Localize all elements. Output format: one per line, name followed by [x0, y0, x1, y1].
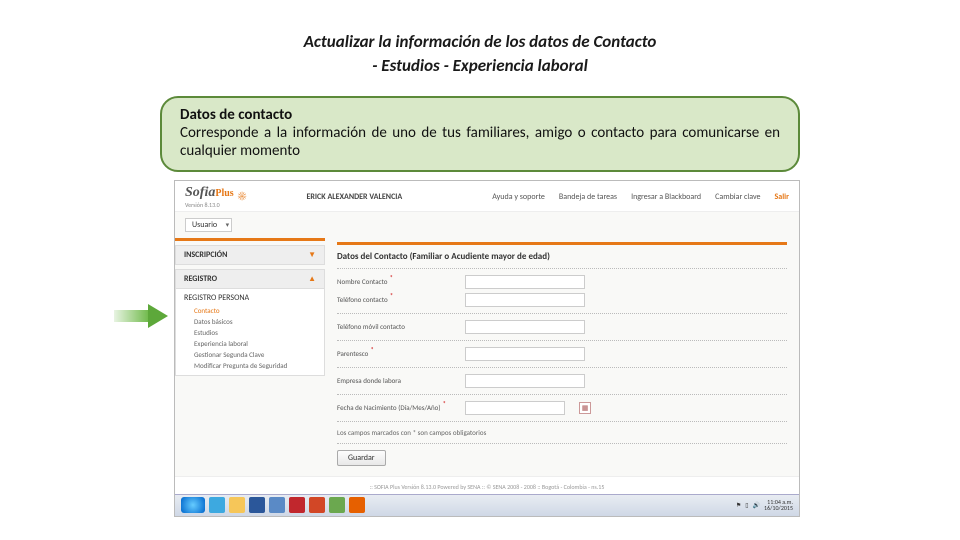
logo: SofiaPlus Versión 8.13.0 ☀	[185, 185, 246, 209]
role-select[interactable]: Usuario	[185, 218, 232, 232]
row-telefono: Teléfono contacto*	[337, 293, 787, 307]
logo-version: Versión 8.13.0	[185, 201, 234, 209]
content: Datos del Contacto (Familiar o Acudiente…	[325, 238, 799, 476]
arrow-pointer-icon	[114, 304, 174, 328]
sidebar-inscripcion[interactable]: INSCRIPCIÓN ▼	[175, 245, 325, 265]
nav-help[interactable]: Ayuda y soporte	[492, 192, 545, 202]
nav-tasks[interactable]: Bandeja de tareas	[559, 192, 617, 202]
sidebar-item-segunda-clave[interactable]: Gestionar Segunda Clave	[176, 349, 324, 360]
powerpoint-icon[interactable]	[309, 497, 325, 513]
nav-blackboard[interactable]: Ingresar a Blackboard	[631, 192, 701, 202]
tray-flag-icon[interactable]: ⚑	[736, 501, 741, 509]
sidebar-group: REGISTRO PERSONA Contacto Datos básicos …	[175, 289, 325, 376]
pdf-icon[interactable]	[289, 497, 305, 513]
required-note: Los campos marcados con * son campos obl…	[337, 428, 787, 437]
sidebar-item-contacto[interactable]: Contacto	[176, 305, 324, 316]
nav-password[interactable]: Cambiar clave	[715, 192, 760, 202]
label-fecha: Fecha de Nacimiento (Día/Mes/Año)*	[337, 403, 457, 412]
topnav: Ayuda y soporte Bandeja de tareas Ingres…	[492, 192, 789, 202]
sidebar: INSCRIPCIÓN ▼ REGISTRO ▲ REGISTRO PERSON…	[175, 238, 325, 476]
title-line1: Actualizar la información de los datos d…	[304, 31, 657, 52]
sidebar-item-pregunta[interactable]: Modificar Pregunta de Seguridad	[176, 360, 324, 371]
chevron-up-icon: ▲	[308, 274, 316, 284]
sidebar-item-experiencia[interactable]: Experiencia laboral	[176, 338, 324, 349]
row-parentesco: Parentesco*	[337, 347, 787, 361]
save-button[interactable]: Guardar	[337, 450, 386, 466]
folder-icon[interactable]	[229, 497, 245, 513]
sidebar-group-title: REGISTRO PERSONA	[176, 292, 324, 305]
row-fecha: Fecha de Nacimiento (Día/Mes/Año)* ▦	[337, 401, 787, 415]
calendar-icon[interactable]: ▦	[579, 402, 591, 414]
app-icon[interactable]	[269, 497, 285, 513]
sidebar-accent	[175, 238, 325, 241]
input-movil[interactable]	[465, 320, 585, 334]
label-movil: Teléfono móvil contacto	[337, 322, 457, 331]
sidebar-item-datos-basicos[interactable]: Datos básicos	[176, 316, 324, 327]
app-screenshot: SofiaPlus Versión 8.13.0 ☀ ERICK ALEXAND…	[174, 180, 800, 517]
sidebar-item-estudios[interactable]: Estudios	[176, 327, 324, 338]
title-line2: - Estudios - Experiencia laboral	[372, 55, 588, 76]
tray-network-icon[interactable]: ▯	[745, 501, 748, 509]
row-empresa: Empresa donde labora	[337, 374, 787, 388]
start-button-icon[interactable]	[181, 497, 205, 513]
excel-icon[interactable]	[329, 497, 345, 513]
info-callout: Datos de contacto Corresponde a la infor…	[160, 96, 800, 172]
nav-exit[interactable]: Salir	[774, 192, 789, 202]
clock[interactable]: 11:04 a.m. 16/10/2015	[764, 499, 793, 511]
label-parentesco: Parentesco*	[337, 349, 457, 358]
input-empresa[interactable]	[465, 374, 585, 388]
row-movil: Teléfono móvil contacto	[337, 320, 787, 334]
main-area: INSCRIPCIÓN ▼ REGISTRO ▲ REGISTRO PERSON…	[175, 238, 799, 476]
input-fecha[interactable]	[465, 401, 565, 415]
label-telefono: Teléfono contacto*	[337, 295, 457, 304]
tray-sound-icon[interactable]: 🔊	[753, 501, 760, 509]
sidebar-registro[interactable]: REGISTRO ▲	[175, 269, 325, 289]
system-tray: ⚑ ▯ 🔊 11:04 a.m. 16/10/2015	[736, 499, 793, 511]
person-icon: ☀	[238, 190, 247, 204]
info-body: Corresponde a la información de uno de t…	[180, 124, 780, 160]
label-nombre: Nombre Contacto*	[337, 277, 457, 286]
role-bar: Usuario	[175, 212, 799, 238]
row-nombre: Nombre Contacto*	[337, 275, 787, 289]
input-parentesco[interactable]	[465, 347, 585, 361]
info-heading: Datos de contacto	[180, 106, 292, 124]
firefox-icon[interactable]	[349, 497, 365, 513]
topbar: SofiaPlus Versión 8.13.0 ☀ ERICK ALEXAND…	[175, 181, 799, 212]
section-title: Datos del Contacto (Familiar o Acudiente…	[337, 251, 787, 262]
word-icon[interactable]	[249, 497, 265, 513]
chevron-down-icon: ▼	[308, 250, 316, 260]
footer-text: :: SOFIA Plus Versión 8.13.0 Powered by …	[175, 476, 799, 494]
logo-brand: SofiaPlus	[185, 185, 234, 200]
topbar-username: ERICK ALEXANDER VALENCIA	[306, 192, 402, 202]
ie-icon[interactable]	[209, 497, 225, 513]
input-nombre[interactable]	[465, 275, 585, 289]
content-accent	[337, 242, 787, 245]
taskbar: ⚑ ▯ 🔊 11:04 a.m. 16/10/2015	[175, 494, 799, 516]
label-empresa: Empresa donde labora	[337, 376, 457, 385]
slide-title: Actualizar la información de los datos d…	[0, 0, 960, 88]
input-telefono[interactable]	[465, 293, 585, 307]
